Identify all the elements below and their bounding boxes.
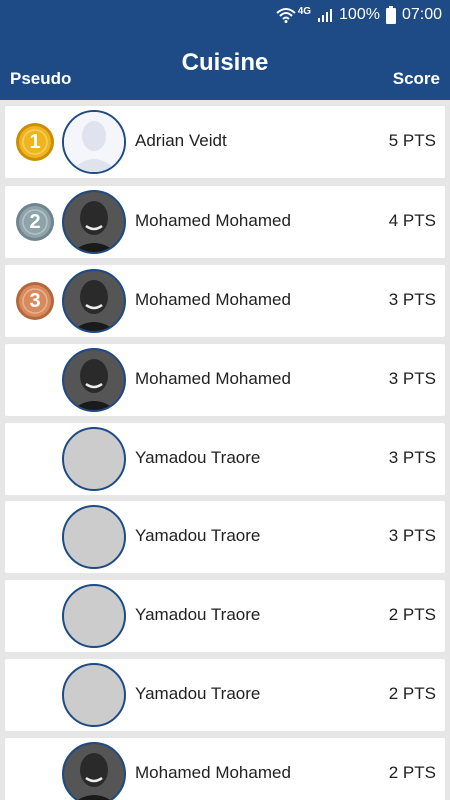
person-photo-icon xyxy=(64,192,124,252)
avatar-empty xyxy=(62,663,126,727)
avatar-placeholder xyxy=(62,110,126,174)
player-name: Yamadou Traore xyxy=(135,526,261,545)
rank-number: 3 xyxy=(29,290,41,312)
player-score: 2 PTS xyxy=(388,684,436,703)
bronze-medal-icon: 3 xyxy=(15,281,55,321)
wifi-icon xyxy=(276,8,296,23)
person-photo-icon xyxy=(64,744,124,800)
player-score: 5 PTS xyxy=(388,131,436,150)
avatar-photo xyxy=(62,742,126,800)
ranking-row[interactable]: 1 Adrian Veidt 5 PTS xyxy=(5,106,445,178)
ranking-row[interactable]: Yamadou Traore 3 PTS xyxy=(5,423,445,495)
avatar-photo xyxy=(62,269,126,333)
battery-percent: 100% xyxy=(339,6,380,23)
player-name: Mohamed Mohamed xyxy=(135,369,291,388)
ranking-row[interactable]: Mohamed Mohamed 2 PTS xyxy=(5,738,445,800)
battery-icon xyxy=(385,6,396,24)
clock: 07:00 xyxy=(401,6,442,23)
player-name: Mohamed Mohamed xyxy=(135,763,291,782)
person-photo-icon xyxy=(64,350,124,410)
rank-number: 1 xyxy=(29,131,41,153)
avatar-empty xyxy=(62,584,126,648)
avatar-empty xyxy=(62,427,126,491)
player-name: Yamadou Traore xyxy=(135,605,261,624)
avatar-photo xyxy=(62,348,126,412)
player-score: 3 PTS xyxy=(388,369,436,388)
ranking-row[interactable]: Yamadou Traore 2 PTS xyxy=(5,659,445,731)
player-name: Yamadou Traore xyxy=(135,684,261,703)
person-photo-icon xyxy=(64,271,124,331)
player-score: 4 PTS xyxy=(388,211,436,230)
silver-medal-icon: 2 xyxy=(15,202,55,242)
person-silhouette-icon xyxy=(64,112,124,172)
ranking-row[interactable]: 2 Mohamed Mohamed 4 PTS xyxy=(5,186,445,258)
player-name: Mohamed Mohamed xyxy=(135,290,291,309)
signal-icon xyxy=(318,9,333,22)
rank-number: 2 xyxy=(29,211,41,233)
avatar-empty xyxy=(62,505,126,569)
app-header: Pseudo Cuisine Score xyxy=(0,30,450,100)
player-score: 3 PTS xyxy=(388,526,436,545)
ranking-list[interactable]: 1 Adrian Veidt 5 PTS 2 Mohamed Mohamed 4 PTS 3… xyxy=(0,100,450,800)
player-score: 3 PTS xyxy=(388,290,436,309)
player-name: Adrian Veidt xyxy=(135,131,227,150)
status-bar: 4G 100% 07:00 xyxy=(0,0,450,30)
score-column-header: Score xyxy=(392,69,440,88)
player-name: Yamadou Traore xyxy=(135,448,261,467)
ranking-row[interactable]: Yamadou Traore 2 PTS xyxy=(5,580,445,652)
ranking-row[interactable]: Mohamed Mohamed 3 PTS xyxy=(5,344,445,416)
avatar-photo xyxy=(62,190,126,254)
player-name: Mohamed Mohamed xyxy=(135,211,291,230)
ranking-row[interactable]: 3 Mohamed Mohamed 3 PTS xyxy=(5,265,445,337)
player-score: 2 PTS xyxy=(388,763,436,782)
player-score: 3 PTS xyxy=(388,448,436,467)
ranking-row[interactable]: Yamadou Traore 3 PTS xyxy=(5,501,445,573)
page-title: Cuisine xyxy=(181,49,269,76)
gold-medal-icon: 1 xyxy=(15,122,55,162)
player-score: 2 PTS xyxy=(388,605,436,624)
network-type: 4G xyxy=(297,5,312,17)
